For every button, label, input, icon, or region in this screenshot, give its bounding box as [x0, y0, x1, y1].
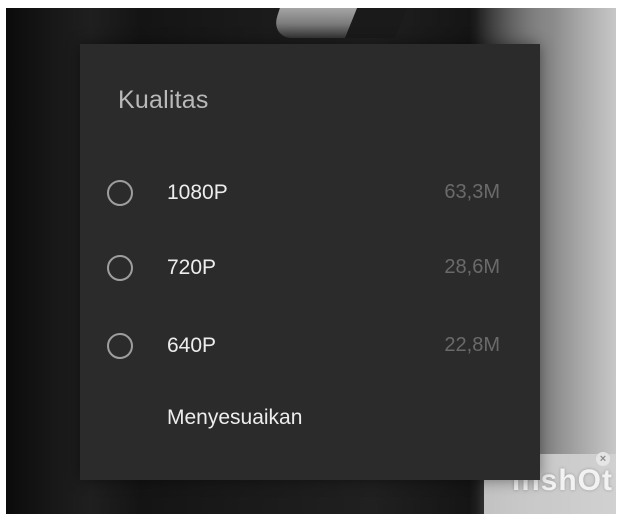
video-editor-screen: inshOt × Kualitas 1080P 63,3M 720P 28,6M…: [0, 0, 623, 526]
custom-quality-option[interactable]: Menyesuaikan: [167, 406, 302, 430]
radio-icon[interactable]: [107, 255, 133, 281]
video-frame-detail: [344, 8, 408, 38]
quality-label: 720P: [167, 256, 217, 279]
dialog-title: Kualitas: [118, 86, 209, 114]
radio-icon[interactable]: [107, 180, 133, 206]
radio-icon[interactable]: [107, 333, 133, 359]
watermark-close-icon[interactable]: ×: [596, 452, 610, 466]
quality-option-1080p[interactable]: 1080P 63,3M: [80, 164, 540, 224]
quality-dialog: Kualitas 1080P 63,3M 720P 28,6M 640P 22,…: [80, 44, 540, 480]
quality-label: 640P: [167, 334, 217, 357]
quality-option-640p[interactable]: 640P 22,8M: [80, 317, 540, 377]
file-size: 28,6M: [444, 256, 500, 278]
quality-label: 1080P: [167, 181, 228, 204]
file-size: 22,8M: [444, 334, 500, 356]
quality-option-720p[interactable]: 720P 28,6M: [80, 239, 540, 299]
file-size: 63,3M: [444, 181, 500, 203]
